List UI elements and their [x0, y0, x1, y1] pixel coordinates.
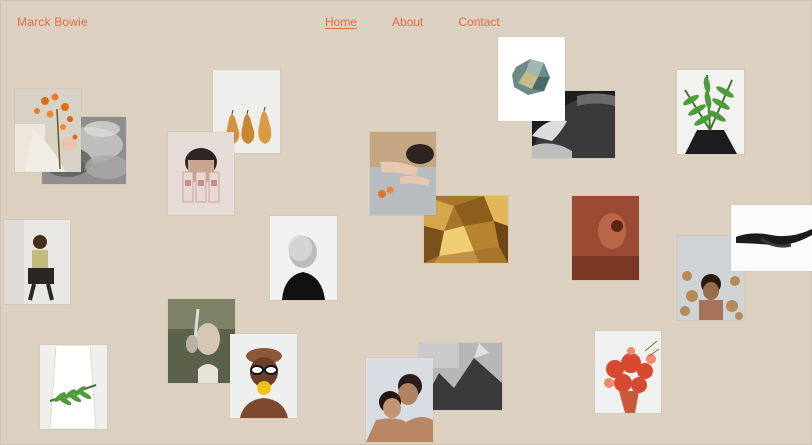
gallery-image-woman-mirror[interactable] [168, 299, 235, 383]
gallery-image-sunglasses-flowers[interactable] [230, 334, 297, 418]
gallery-image-glass-boxes[interactable] [168, 132, 234, 215]
gallery-image-blurred-portrait[interactable] [270, 216, 337, 300]
gallery-image-orange-flowers[interactable] [15, 89, 81, 172]
brand-logo[interactable]: Marck Bowie [17, 15, 88, 29]
gallery-image-reclining-figure[interactable] [731, 205, 812, 271]
main-nav: Home About Contact [325, 15, 500, 29]
gallery-image-woman-sitting[interactable] [4, 220, 70, 304]
nav-contact[interactable]: Contact [458, 15, 499, 29]
gallery-image-stone[interactable] [498, 37, 565, 121]
gallery-image-white-coat-fern[interactable] [40, 345, 107, 429]
gallery-image-woman-bed[interactable] [370, 132, 436, 215]
gallery-image-fern[interactable] [677, 70, 744, 154]
gallery-image-couple[interactable] [366, 358, 433, 442]
gallery-image-gold-foil[interactable] [424, 196, 508, 263]
gallery-image-flower-bouquet[interactable] [595, 331, 661, 413]
gallery-image-red-figure[interactable] [572, 196, 639, 280]
nav-home[interactable]: Home [325, 15, 357, 29]
nav-about[interactable]: About [392, 15, 423, 29]
